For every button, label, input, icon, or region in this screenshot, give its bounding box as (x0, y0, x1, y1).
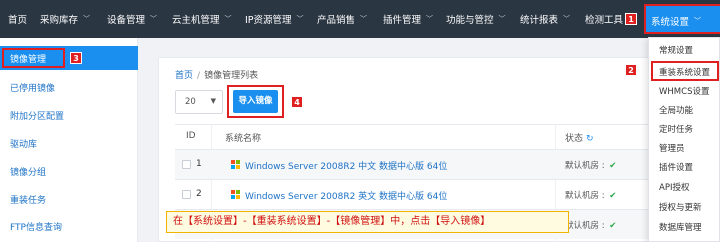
nav-plugins[interactable]: 插件管理 ﹀ (383, 12, 433, 26)
nav-features-label: 功能与管控 (446, 15, 494, 26)
nav-features[interactable]: 功能与管控 ﹀ (446, 12, 506, 26)
nav-product-sales[interactable]: 产品销售 ﹀ (317, 12, 367, 26)
nav-ip-resources[interactable]: IP资源管理 ﹀ (245, 12, 304, 26)
highlight-box (2, 48, 65, 68)
chevron-down-icon: ﹀ (296, 15, 304, 23)
step-marker-4: 4 (291, 96, 303, 108)
row-status: 默认机房 : ✔ (565, 189, 616, 201)
row-id: 2 (196, 189, 202, 199)
top-nav: 首页 采购库存 ﹀ 设备管理 ﹀ 云主机管理 ﹀ IP资源管理 ﹀ 产品销售 ﹀ 插件管理… (0, 0, 720, 38)
menu-item-whmcs-settings[interactable]: WHMCS设置 (659, 85, 709, 97)
nav-reports[interactable]: 统计报表 ﹀ (520, 12, 570, 26)
menu-item-global-features[interactable]: 全局功能 (659, 104, 693, 116)
row-id: 1 (196, 159, 202, 169)
sidebar-item-reinstall-tasks[interactable]: 重装任务 (10, 193, 46, 206)
nav-cloud-hosts[interactable]: 云主机管理 ﹀ (172, 12, 232, 26)
sidebar-item-disabled-images[interactable]: 已停用镜像 (10, 81, 55, 94)
nav-reports-label: 统计报表 (520, 15, 559, 26)
sidebar-item-ftp-query[interactable]: FTP信息查询 (10, 220, 62, 233)
check-icon: ✔ (609, 221, 617, 231)
import-image-button[interactable]: 导入镜像 (233, 90, 278, 113)
nav-plugins-label: 插件管理 (383, 15, 422, 26)
row-checkbox[interactable] (182, 190, 191, 199)
refresh-icon[interactable]: ↻ (586, 134, 594, 144)
step-marker-1: 1 (625, 13, 637, 25)
row-name-link[interactable]: Windows Server 2008R2 中文 数据中心版 64位 (245, 159, 447, 172)
nav-home-label: 首页 (8, 15, 28, 26)
windows-icon (231, 160, 240, 169)
step-marker-3: 3 (70, 52, 82, 64)
caret-down-icon: ▼ (210, 97, 216, 105)
menu-item-general-settings[interactable]: 常规设置 (659, 44, 693, 56)
chevron-down-icon: ﹀ (498, 15, 506, 23)
header-status-label: 状态 (565, 134, 584, 144)
sidebar-item-partition-config[interactable]: 附加分区配置 (10, 109, 64, 122)
page-size-select[interactable]: 20 ▼ (175, 90, 223, 114)
chevron-down-icon: ﹀ (426, 15, 434, 23)
chevron-down-icon: ﹀ (563, 15, 571, 23)
nav-product-sales-label: 产品销售 (317, 15, 356, 26)
header-status: 状态 ↻ (565, 131, 594, 144)
row-status-label: 默认机房 : (565, 221, 608, 231)
menu-item-reinstall-settings[interactable]: 重装系统设置 (659, 66, 710, 78)
system-settings-dropdown: 常规设置 重装系统设置 WHMCS设置 全局功能 定时任务 管理员 插件设置 A… (648, 37, 720, 242)
row-status-label: 默认机房 : (565, 191, 608, 201)
table-row[interactable]: 1 Windows Server 2008R2 中文 数据中心版 64位 默认机… (175, 149, 649, 179)
check-icon: ✔ (609, 161, 617, 171)
row-status: 默认机房 : ✔ (565, 159, 616, 171)
table-row[interactable]: 2 Windows Server 2008R2 英文 数据中心版 64位 默认机… (175, 179, 649, 209)
sidebar-item-image-groups[interactable]: 镜像分组 (10, 165, 46, 178)
menu-item-database-management[interactable]: 数据库管理 (659, 221, 702, 233)
header-name: 系统名称 (225, 134, 262, 144)
chevron-down-icon: ﹀ (224, 15, 232, 23)
nav-system-settings-label: 系统设置 (651, 17, 690, 28)
sidebar: 镜像管理 已停用镜像 附加分区配置 驱动库 镜像分组 重装任务 FTP信息查询 (0, 38, 138, 242)
windows-icon (231, 190, 240, 199)
row-status-label: 默认机房 : (565, 161, 608, 171)
row-status: 默认机房 : ✔ (565, 219, 616, 231)
breadcrumb-separator: / (197, 71, 201, 81)
menu-item-license-updates[interactable]: 授权与更新 (659, 201, 702, 213)
breadcrumb: 首页 / 镜像管理列表 (175, 68, 258, 81)
nav-procurement-label: 采购库存 (40, 15, 79, 26)
page-size-value: 20 (185, 97, 196, 107)
breadcrumb-home[interactable]: 首页 (175, 71, 193, 81)
nav-devices[interactable]: 设备管理 ﹀ (107, 12, 157, 26)
row-checkbox[interactable] (182, 160, 191, 169)
nav-tools-label: 检测工具 (585, 15, 624, 26)
sidebar-item-driver-library[interactable]: 驱动库 (10, 137, 37, 150)
breadcrumb-current: 镜像管理列表 (204, 71, 259, 81)
menu-item-api-authorization[interactable]: API授权 (659, 181, 689, 193)
row-name-link[interactable]: Windows Server 2008R2 英文 数据中心版 64位 (245, 189, 447, 202)
chevron-down-icon: ﹀ (694, 17, 702, 25)
step-marker-2: 2 (625, 64, 637, 76)
check-icon: ✔ (609, 191, 617, 201)
instruction-tooltip: 在【系统设置】-【重装系统设置】-【镜像管理】中，点击【导入镜像】 (166, 211, 569, 233)
chevron-down-icon: ﹀ (150, 15, 158, 23)
menu-item-administrators[interactable]: 管理员 (659, 142, 685, 154)
header-id: ID (186, 131, 196, 141)
nav-procurement[interactable]: 采购库存 ﹀ (40, 12, 90, 26)
chevron-down-icon: ﹀ (83, 15, 91, 23)
nav-tools[interactable]: 检测工具 (585, 12, 623, 26)
nav-devices-label: 设备管理 (107, 15, 146, 26)
menu-item-plugin-settings[interactable]: 插件设置 (659, 161, 693, 173)
image-table: ID 系统名称 状态 ↻ 1 Windows Server 2008R2 中文 数… (175, 124, 649, 242)
menu-item-scheduled-tasks[interactable]: 定时任务 (659, 123, 693, 135)
nav-home[interactable]: 首页 (8, 12, 27, 26)
highlight-box: 导入镜像 (227, 85, 284, 118)
nav-system-settings[interactable]: 系统设置 ﹀ (644, 4, 720, 34)
chevron-down-icon: ﹀ (360, 15, 368, 23)
nav-ip-resources-label: IP资源管理 (245, 15, 292, 26)
nav-cloud-hosts-label: 云主机管理 (172, 15, 220, 26)
